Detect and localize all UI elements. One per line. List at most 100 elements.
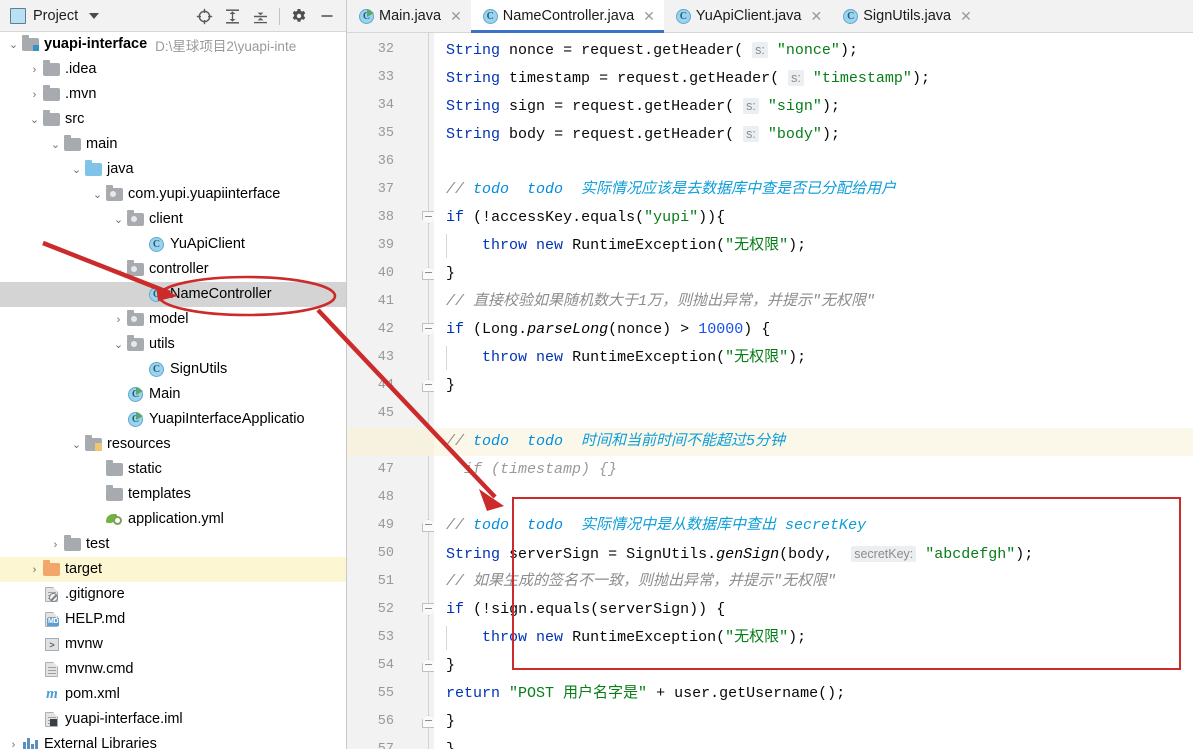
line-number: 48	[377, 490, 394, 505]
code-line-50[interactable]: String serverSign = SignUtils.genSign(bo…	[434, 540, 1193, 568]
tree-item-main[interactable]: ⌄ main	[0, 132, 346, 157]
code-line-51[interactable]: // 如果生成的签名不一致，则抛出异常，并提示"无权限"	[434, 568, 1193, 596]
tree-item-controller[interactable]: ⌄ controller	[0, 257, 346, 282]
tree-item-gitignore[interactable]: .gitignore	[0, 582, 346, 607]
code-line-49[interactable]: // todo todo 实际情况中是从数据库中查出 secretKey	[434, 512, 1193, 540]
tree-expand-arrow[interactable]: ⌄	[111, 212, 126, 227]
tree-item-mvnw-cmd[interactable]: mvnw.cmd	[0, 657, 346, 682]
line-number: 39	[377, 238, 394, 253]
tree-expand-arrow[interactable]: ⌄	[6, 37, 21, 52]
tree-item-com-yupi-yuapiinterface[interactable]: ⌄ com.yupi.yuapiinterface	[0, 182, 346, 207]
collapse-all-icon[interactable]	[247, 3, 273, 29]
hide-panel-icon[interactable]	[314, 3, 340, 29]
project-panel-title: Project	[33, 7, 79, 24]
code-line-39[interactable]: throw new RuntimeException("无权限");	[434, 232, 1193, 260]
tree-item-yuapi-interface[interactable]: ⌄ yuapi-interface D:\星球项目2\yuapi-inte	[0, 32, 346, 57]
code-line-55[interactable]: return "POST 用户名字是" + user.getUsername()…	[434, 680, 1193, 708]
project-tree[interactable]: ⌄ yuapi-interface D:\星球项目2\yuapi-inte › .ide…	[0, 32, 346, 749]
tree-expand-arrow[interactable]: ⌄	[69, 162, 84, 177]
tree-item-java[interactable]: ⌄ java	[0, 157, 346, 182]
tree-item-yuapiclient[interactable]: C YuApiClient	[0, 232, 346, 257]
tree-item-client[interactable]: ⌄ client	[0, 207, 346, 232]
tab-close-icon[interactable]: ✕	[960, 9, 972, 23]
code-line-37[interactable]: // todo todo 实际情况应该是去数据库中查是否已分配给用户	[434, 176, 1193, 204]
settings-gear-icon[interactable]	[286, 3, 312, 29]
tree-item-target[interactable]: › target	[0, 557, 346, 582]
tree-item-src[interactable]: ⌄ src	[0, 107, 346, 132]
code-line-53[interactable]: throw new RuntimeException("无权限");	[434, 624, 1193, 652]
code-line-54[interactable]: }	[434, 652, 1193, 680]
line-number: 36	[377, 154, 394, 169]
tree-item-external-libraries[interactable]: › External Libraries	[0, 732, 346, 749]
code-line-44[interactable]: }	[434, 372, 1193, 400]
editor-tab-yuapiclient-java[interactable]: C YuApiClient.java ✕	[664, 0, 831, 32]
code-line-42[interactable]: if (Long.parseLong(nonce) > 10000) {	[434, 316, 1193, 344]
tab-close-icon[interactable]: ✕	[643, 9, 655, 23]
tree-expand-arrow[interactable]: ›	[48, 537, 63, 552]
code-line-52[interactable]: if (!sign.equals(serverSign)) {	[434, 596, 1193, 624]
code-line-40[interactable]: }	[434, 260, 1193, 288]
editor-tab-signutils-java[interactable]: C SignUtils.java ✕	[831, 0, 981, 32]
tab-label: NameController.java	[502, 8, 635, 24]
tree-expand-arrow[interactable]: ⌄	[48, 137, 63, 152]
line-number: 53	[377, 630, 394, 645]
tree-expand-arrow[interactable]: ›	[27, 87, 42, 102]
tree-item-resources[interactable]: ⌄ resources	[0, 432, 346, 457]
tree-item-utils[interactable]: ⌄ utils	[0, 332, 346, 357]
editor-tab-bar[interactable]: C Main.java ✕ C NameController.java ✕ C YuApiCl…	[347, 0, 1193, 33]
tree-expand-arrow[interactable]: ›	[27, 562, 42, 577]
tree-item-static[interactable]: static	[0, 457, 346, 482]
tree-item-test[interactable]: › test	[0, 532, 346, 557]
tree-expand-arrow[interactable]: ›	[6, 737, 21, 749]
tree-item-yuapi-interface-iml[interactable]: yuapi-interface.iml	[0, 707, 346, 732]
code-line-36[interactable]	[434, 148, 1193, 176]
tree-expand-arrow[interactable]: ⌄	[27, 112, 42, 127]
editor-tab-main-java[interactable]: C Main.java ✕	[347, 0, 471, 32]
file-text-icon	[42, 661, 62, 678]
tree-expand-arrow[interactable]: ›	[27, 62, 42, 77]
locate-target-icon[interactable]	[191, 3, 217, 29]
code-folding-gutter[interactable]	[402, 33, 435, 749]
tree-expand-arrow[interactable]: ⌄	[90, 187, 105, 202]
tree-item-model[interactable]: › model	[0, 307, 346, 332]
tree-item-mvn[interactable]: › .mvn	[0, 82, 346, 107]
code-line-56[interactable]: }	[434, 708, 1193, 736]
tree-item-signutils[interactable]: C SignUtils	[0, 357, 346, 382]
tree-item-label: SignUtils	[170, 361, 228, 378]
code-line-43[interactable]: throw new RuntimeException("无权限");	[434, 344, 1193, 372]
tree-item-yuapiinterfaceapplicatio[interactable]: C YuapiInterfaceApplicatio	[0, 407, 346, 432]
tree-item-idea[interactable]: › .idea	[0, 57, 346, 82]
tree-expand-arrow[interactable]: ⌄	[111, 262, 126, 277]
tree-item-templates[interactable]: templates	[0, 482, 346, 507]
code-line-38[interactable]: if (!accessKey.equals("yupi")){	[434, 204, 1193, 232]
tree-item-main[interactable]: C Main	[0, 382, 346, 407]
tab-close-icon[interactable]: ✕	[450, 9, 462, 23]
tree-item-label: YuApiClient	[170, 236, 245, 253]
code-line-33[interactable]: String timestamp = request.getHeader( s:…	[434, 64, 1193, 92]
tree-item-mvnw[interactable]: > mvnw	[0, 632, 346, 657]
code-line-35[interactable]: String body = request.getHeader( s: "bod…	[434, 120, 1193, 148]
tree-item-namecontroller[interactable]: C NameController	[0, 282, 346, 307]
code-line-57[interactable]: }	[434, 736, 1193, 749]
code-line-47[interactable]: if (timestamp) {}	[434, 456, 1193, 484]
code-text-area[interactable]: String nonce = request.getHeader( s: "no…	[434, 33, 1193, 749]
code-line-34[interactable]: String sign = request.getHeader( s: "sig…	[434, 92, 1193, 120]
chevron-down-icon[interactable]	[89, 12, 100, 19]
tree-expand-arrow[interactable]: ›	[111, 312, 126, 327]
tree-expand-arrow[interactable]: ⌄	[69, 437, 84, 452]
tree-item-help-md[interactable]: MD HELP.md	[0, 607, 346, 632]
code-line-32[interactable]: String nonce = request.getHeader( s: "no…	[434, 36, 1193, 64]
tab-close-icon[interactable]: ✕	[811, 9, 823, 23]
folder-icon	[42, 85, 62, 103]
code-line-48[interactable]	[434, 484, 1193, 512]
code-line-41[interactable]: // 直接校验如果随机数大于1万，则抛出异常，并提示"无权限"	[434, 288, 1193, 316]
tree-expand-arrow[interactable]: ⌄	[111, 337, 126, 352]
line-number: 44	[377, 378, 394, 393]
tree-item-application-yml[interactable]: application.yml	[0, 507, 346, 532]
code-editor[interactable]: 3233343536373839404142434445464748495051…	[347, 33, 1193, 749]
expand-all-icon[interactable]	[219, 3, 245, 29]
editor-tab-namecontroller-java[interactable]: C NameController.java ✕	[470, 0, 665, 33]
code-line-46[interactable]: // todo todo 时间和当前时间不能超过5分钟	[434, 428, 1193, 456]
code-line-45[interactable]	[434, 400, 1193, 428]
tree-item-pom-xml[interactable]: m pom.xml	[0, 682, 346, 707]
